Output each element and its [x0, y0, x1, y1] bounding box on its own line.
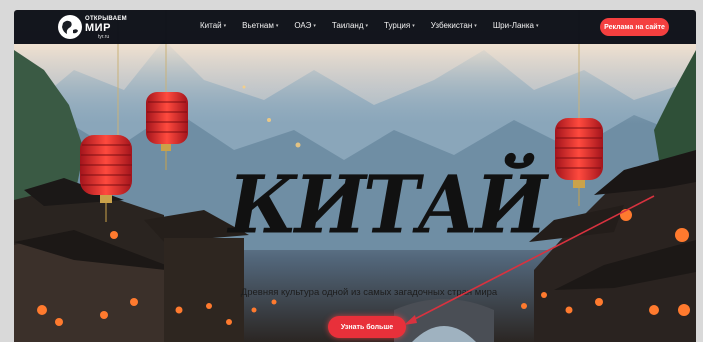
- web-page: ОТКРЫВАЕМ МИР tyr.ru Китай ▾ Вьетнам ▾ ОАЭ…: [14, 10, 696, 342]
- screenshot-frame: ОТКРЫВАЕМ МИР tyr.ru Китай ▾ Вьетнам ▾ ОАЭ…: [0, 0, 703, 342]
- annotation-arrow: [404, 195, 655, 325]
